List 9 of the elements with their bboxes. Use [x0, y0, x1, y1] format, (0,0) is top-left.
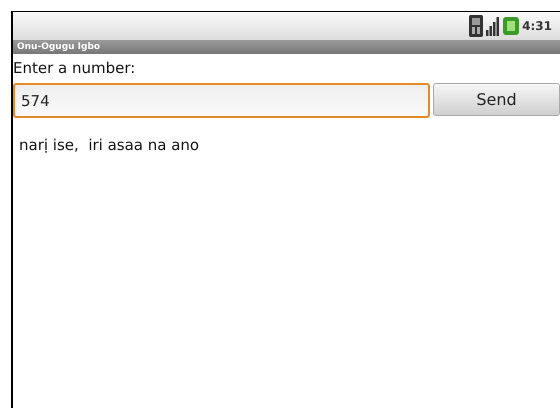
number-label: Enter a number: — [13, 59, 136, 77]
status-time: 4:31 — [522, 19, 552, 33]
result-text: narị ise, iri asaa na ano — [18, 135, 200, 154]
send-button[interactable]: Send — [433, 83, 560, 116]
battery-icon — [503, 17, 520, 35]
app-title: Onu-Ogugu Igbo — [17, 42, 100, 52]
data-network-icon — [469, 15, 484, 37]
signal-icon — [486, 16, 500, 36]
number-input-field[interactable]: 574 — [13, 83, 430, 118]
